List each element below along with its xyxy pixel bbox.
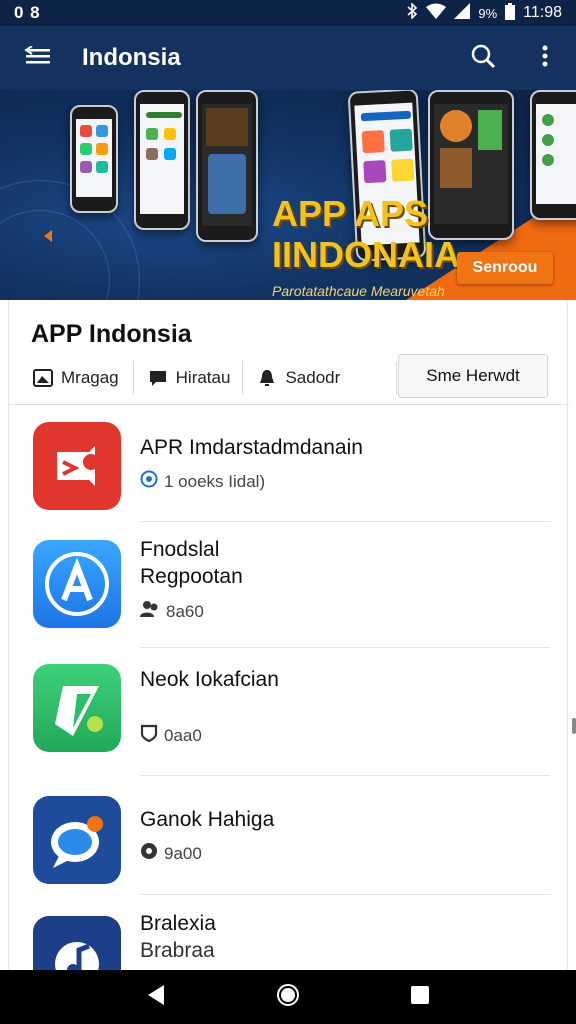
bluetooth-icon [406, 2, 418, 23]
row-divider [140, 647, 550, 648]
list-item[interactable]: Fnodslal Regpootan 8a60 [9, 536, 569, 648]
shield-icon [140, 724, 158, 747]
list-item[interactable]: Bralexia Brabraa [9, 908, 569, 970]
recents-icon [410, 985, 430, 1010]
scrollbar[interactable] [572, 718, 576, 734]
filter-chip-label: Mragag [61, 368, 119, 387]
status-right: 9% 11:98 [406, 2, 562, 24]
sort-button[interactable]: Sme Herwdt [398, 354, 548, 398]
home-icon [276, 983, 300, 1012]
row-divider [140, 775, 550, 776]
system-nav-bar [0, 970, 576, 1024]
app-meta-text: 1 ooeks Iidal) [164, 471, 266, 491]
search-icon [470, 43, 496, 74]
banner-headline: APP APS [272, 193, 429, 234]
app-bar: Indonsia [0, 26, 576, 90]
menu-icon [24, 44, 52, 71]
banner-prev-icon[interactable] [44, 230, 52, 242]
app-meta-text: 9a00 [164, 843, 202, 863]
app-meta: 1 ooeks Iidal) [140, 470, 265, 493]
filter-chip-3[interactable]: Sadodr [257, 358, 340, 398]
app-name: APR Imdarstadmdanain [140, 436, 363, 459]
battery-percent: 9% [478, 5, 498, 21]
users-icon [140, 600, 160, 623]
filter-chip-label: Hiratau [175, 368, 231, 387]
app-icon-blue-chat[interactable] [33, 796, 121, 884]
wifi-icon [426, 3, 447, 23]
status-left-text: 0 8 [14, 3, 41, 22]
filter-chip-label: Sadodr [285, 368, 341, 387]
more-options-button[interactable] [514, 26, 576, 90]
banner-phone-image [428, 90, 514, 240]
banner-phone-image [196, 90, 258, 242]
more-vert-icon [542, 45, 548, 72]
app-name: Neok Iokafcian [140, 668, 279, 691]
app-icon-green-arrow[interactable] [33, 664, 121, 752]
chat-icon [148, 368, 168, 388]
row-divider [140, 894, 550, 895]
app-icon-blue-a[interactable] [33, 540, 121, 628]
filter-divider [242, 362, 244, 394]
app-meta: 9a00 [140, 842, 202, 865]
app-name: Ganok Hahiga [140, 808, 275, 831]
banner-subtitle: Parotatathcaue Mearuvetah [272, 283, 445, 299]
list-item[interactable]: APR Imdarstadmdanain 1 ooeks Iidal) [9, 418, 569, 522]
section-divider [9, 404, 569, 405]
recents-button[interactable] [390, 970, 450, 1024]
section-title: APP Indonsia [31, 320, 192, 348]
app-meta-text: 0aa0 [164, 725, 202, 745]
banner-phone-image [70, 105, 118, 213]
battery-icon [505, 2, 516, 24]
app-name: Fnodslal Regpootan [140, 538, 243, 589]
banner-phone-image [134, 90, 190, 230]
image-icon [33, 368, 53, 388]
search-button[interactable] [452, 26, 514, 90]
app-meta-text: 8a60 [166, 601, 204, 621]
app-bar-title: Indonsia [82, 44, 181, 71]
filter-chip-2[interactable]: Hiratau [148, 358, 231, 398]
location-icon [140, 842, 158, 865]
row-divider [140, 521, 550, 522]
menu-button[interactable] [0, 26, 76, 90]
app-meta: 8a60 [140, 600, 204, 623]
bell-icon [257, 368, 277, 388]
status-bar: 0 8 9% 11:98 [0, 0, 576, 26]
app-list-card: APP Indonsia Mragag Hiratau Sadodr Sme H… [8, 300, 569, 970]
signal-icon [454, 3, 471, 23]
app-name: Bralexia Brabraa [140, 912, 216, 963]
banner-headline-2: IINDONAIA [272, 234, 460, 275]
banner-cta-button[interactable]: Senroou [457, 252, 553, 284]
app-icon-navy-music[interactable] [33, 916, 121, 970]
clock: 11:98 [523, 4, 562, 21]
back-button[interactable] [126, 970, 186, 1024]
globe-icon [140, 470, 158, 493]
app-icon-red-video[interactable] [33, 422, 121, 510]
list-item[interactable]: Neok Iokafcian 0aa0 [9, 662, 569, 776]
filter-divider [132, 362, 134, 394]
back-icon [146, 984, 166, 1011]
list-item[interactable]: Ganok Hahiga 9a00 [9, 792, 569, 896]
banner-phone-image [530, 90, 576, 220]
filter-chip-1[interactable]: Mragag [33, 358, 119, 398]
app-meta: 0aa0 [140, 724, 202, 747]
home-button[interactable] [258, 970, 318, 1024]
